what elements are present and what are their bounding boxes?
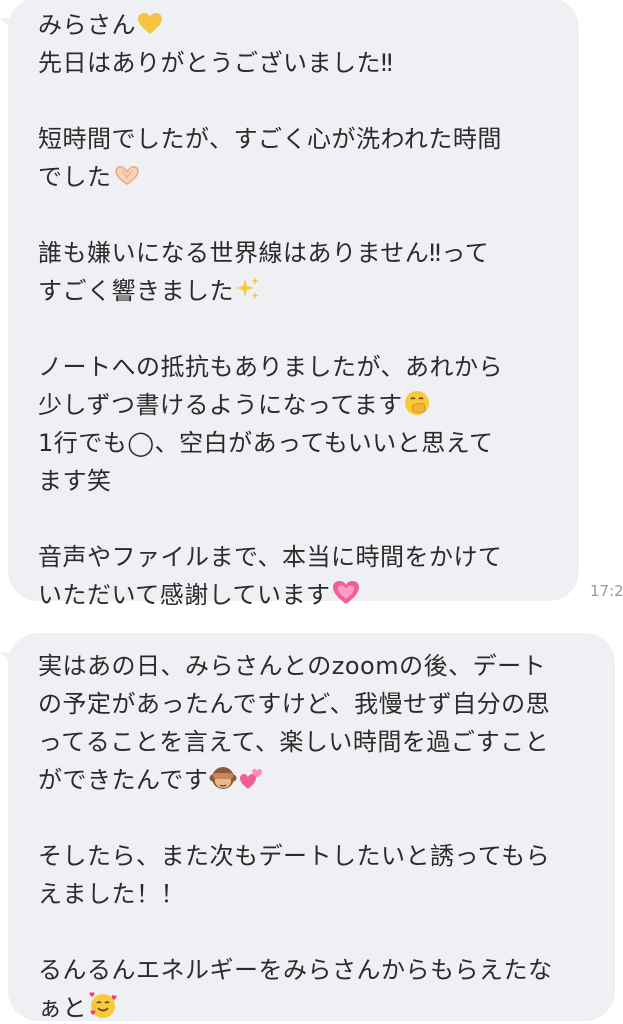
message-timestamp: 17:2 — [590, 582, 623, 600]
message-line: でした — [38, 158, 561, 196]
two-hearts-icon — [238, 764, 264, 802]
message-line: ます笑 — [38, 467, 112, 495]
message-line: ぁと — [38, 989, 601, 1024]
message-line: 1行でも◯、空白があってもいいと思えて — [38, 429, 494, 457]
message-line: 実はあの日、みらさんとのzoomの後、デート — [38, 652, 547, 680]
message-line: ノートへの抵抗もありましたが、あれから — [38, 353, 504, 381]
message-line: 誰も嫌いになる世界線はありません‼︎って — [38, 239, 490, 267]
message-line: そしたら、また次もデートしたいと誘ってもら — [38, 842, 551, 870]
message-line: いただいて感謝しています — [38, 576, 561, 614]
message-line: 音声やファイルまで、本当に時間をかけて — [38, 543, 503, 571]
message-line: 先日はありがとうございました‼︎ — [38, 49, 394, 77]
message-line: ができたんです — [38, 761, 601, 799]
yellow-heart-icon — [137, 9, 163, 47]
message-line: るんるんエネルギーをみらさんからもらえたな — [38, 956, 553, 984]
message-line: みらさん — [38, 6, 561, 44]
message-bubble-1[interactable]: みらさん 先日はありがとうございました‼︎ 短時間でしたが、すごく心が洗われた時… — [8, 0, 579, 609]
message-line: 短時間でしたが、すごく心が洗われた時間 — [38, 125, 502, 153]
see-no-evil-monkey-icon — [209, 764, 237, 802]
message-line: の予定があったんですけど、我慢せず自分の思 — [38, 690, 551, 718]
message-line: すごく響きました — [38, 272, 561, 310]
sparkles-icon — [235, 275, 261, 313]
smiling-face-with-hearts-icon — [88, 991, 118, 1024]
hand-over-mouth-icon — [404, 389, 430, 427]
message-line: ってることを言えて、楽しい時間を過ごすこと — [38, 728, 550, 756]
message-bubble-2[interactable]: 実はあの日、みらさんとのzoomの後、デート の予定があったんですけど、我慢せず… — [8, 633, 615, 1024]
message-line: えました！！ — [38, 880, 185, 908]
heart-hands-icon — [113, 161, 141, 199]
growing-heart-icon — [332, 579, 360, 617]
message-line: 少しずつ書けるようになってます — [38, 386, 561, 424]
